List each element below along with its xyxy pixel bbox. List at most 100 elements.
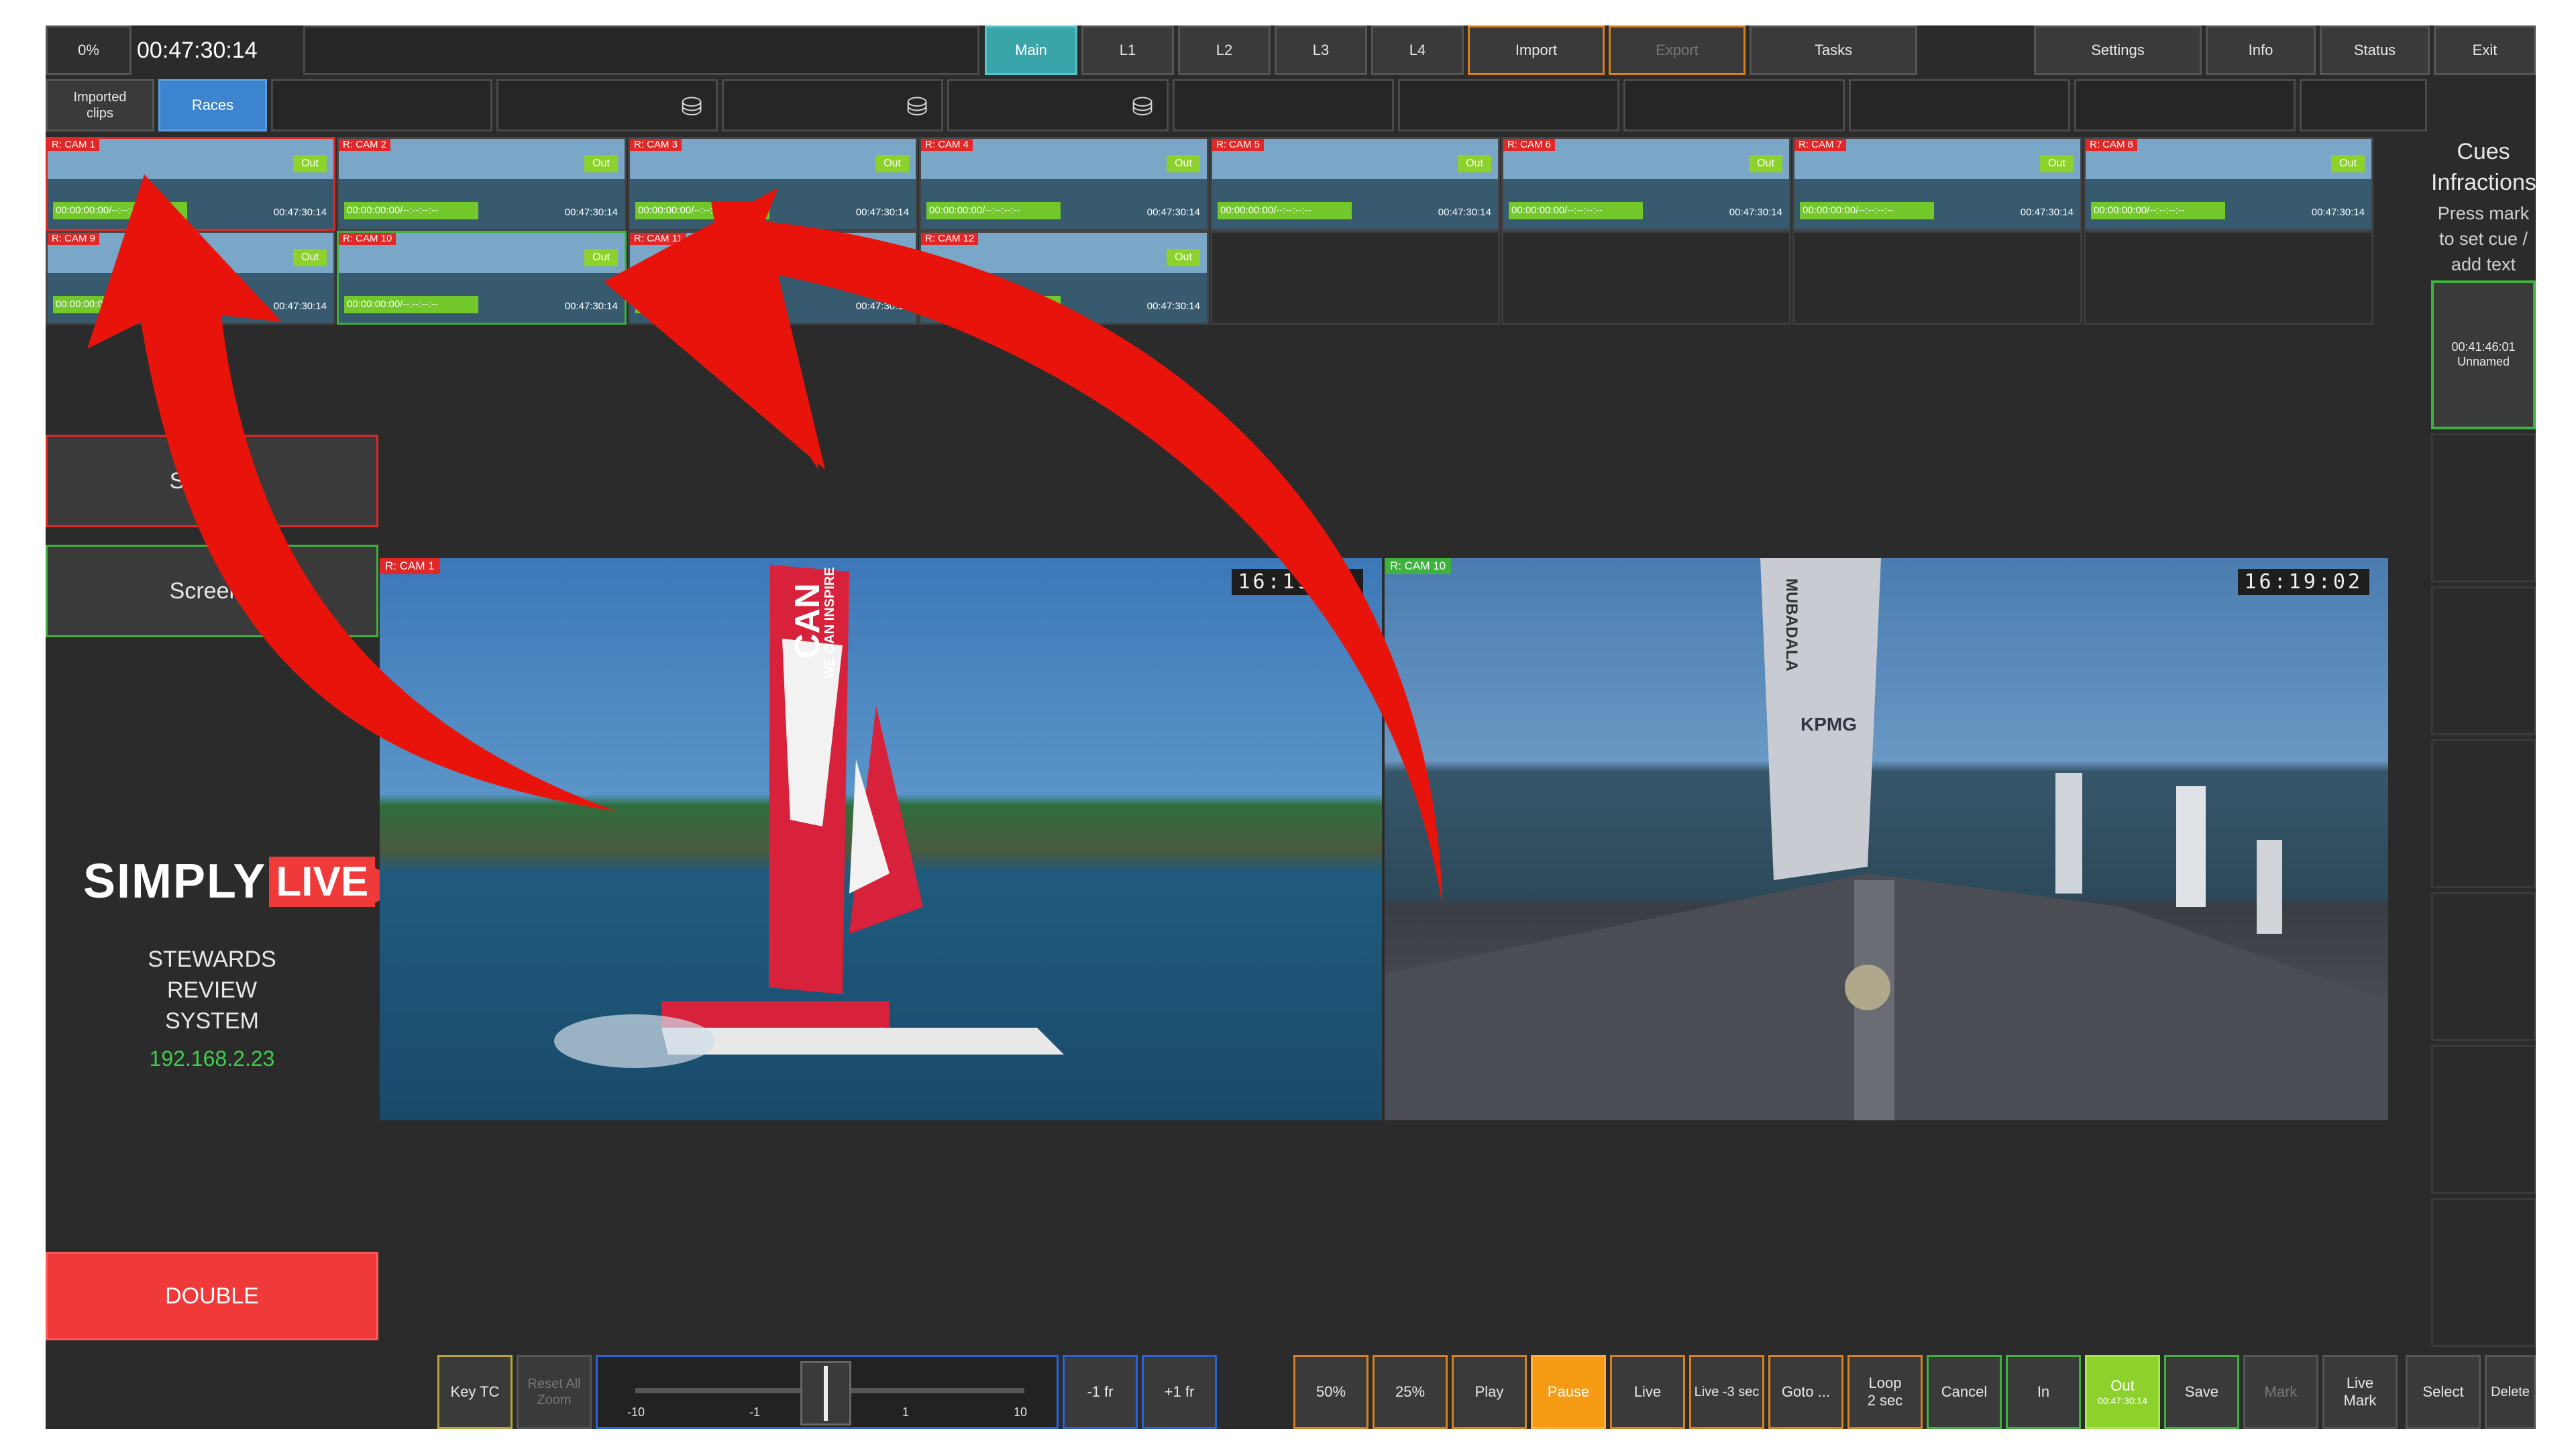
sail-text-slogan: WE CAN INSPIRE [822, 567, 837, 679]
slider-tick-label: 1 [902, 1405, 910, 1419]
title-field[interactable] [303, 25, 979, 75]
database-icon: ⛁ [1132, 93, 1153, 121]
import-button[interactable]: Import [1468, 25, 1605, 75]
clip-thumbnail[interactable]: R: CAM 3 Out 00:00:00:00/--:--:--:-- 00:47:… [628, 137, 918, 231]
double-button[interactable]: DOUBLE [46, 1252, 378, 1340]
race-slot-5[interactable] [1173, 79, 1394, 131]
app-window: 0% 00:47:30:14 Main L1 L2 L3 L4 Import E… [46, 25, 2536, 1429]
clip-in-timecode: 00:00:00:00/--:--:--:-- [926, 202, 1061, 219]
tasks-button[interactable]: Tasks [1750, 25, 1917, 75]
clip-out-badge: Out [875, 155, 909, 172]
progress-indicator: 0% [46, 25, 131, 75]
delete-button[interactable]: Delete [2485, 1355, 2536, 1429]
video-screen-left[interactable]: R: CAM 1 16:19:02 CAN WE CAN INSPIRE [380, 558, 1382, 1120]
clip-label: R: CAM 3 [630, 139, 682, 151]
clip-out-badge: Out [1167, 249, 1200, 266]
tab-l1[interactable]: L1 [1081, 25, 1174, 75]
race-slot-1[interactable] [271, 79, 492, 131]
clip-out-timecode: 00:47:30:14 [1729, 207, 1782, 218]
out-button[interactable]: Out 00:47:30:14 [2085, 1355, 2160, 1429]
cue-item[interactable]: 00:41:46:01 Unnamed [2431, 280, 2536, 429]
loop-button[interactable]: Loop 2 sec [1847, 1355, 1923, 1429]
boat-illustration [554, 565, 1064, 1068]
race-slot-4[interactable]: ⛁ [947, 79, 1169, 131]
out-timecode: 00:47:30:14 [2098, 1395, 2147, 1406]
race-slot-3[interactable]: ⛁ [722, 79, 943, 131]
race-slot-9[interactable] [2074, 79, 2296, 131]
select-button[interactable]: Select [2406, 1355, 2481, 1429]
cue-empty-slot[interactable] [2431, 586, 2536, 735]
clip-thumbnail[interactable]: R: CAM 1 Out 00:00:00:00/--:--:--:-- 00:47:… [46, 137, 335, 231]
tab-l3[interactable]: L3 [1275, 25, 1367, 75]
slider-tick-label: 10 [1014, 1405, 1028, 1419]
clip-thumbnail[interactable]: R: CAM 9 Out 00:00:00:00/--:--:--:-- 00:47:… [46, 231, 335, 325]
clip-empty-slot[interactable] [1210, 231, 1500, 325]
settings-button[interactable]: Settings [2034, 25, 2202, 75]
clip-thumbnail[interactable]: R: CAM 4 Out 00:00:00:00/--:--:--:-- 00:47:… [919, 137, 1209, 231]
plus-frame-button[interactable]: +1 fr [1142, 1355, 1217, 1429]
cue-empty-slot[interactable] [2431, 739, 2536, 888]
clip-thumbnail[interactable]: R: CAM 6 Out 00:00:00:00/--:--:--:-- 00:47:… [1501, 137, 1791, 231]
tab-main[interactable]: Main [985, 25, 1077, 75]
clip-label: R: CAM 4 [921, 139, 973, 151]
minus-frame-button[interactable]: -1 fr [1063, 1355, 1138, 1429]
screen1-button[interactable]: Screen1 [46, 435, 378, 527]
logo-simply-text: SIMPLY [83, 855, 267, 908]
key-tc-button[interactable]: Key TC [437, 1355, 513, 1429]
tab-l4[interactable]: L4 [1371, 25, 1464, 75]
goto-button[interactable]: Goto ... [1768, 1355, 1843, 1429]
slider-tick-label: -1 [749, 1405, 761, 1419]
clip-thumbnail[interactable]: R: CAM 11 Out 00:00:00:00/--:--:--:-- 00:47… [628, 231, 918, 325]
export-button[interactable]: Export [1609, 25, 1746, 75]
exit-button[interactable]: Exit [2434, 25, 2536, 75]
clip-thumbnail[interactable]: R: CAM 5 Out 00:00:00:00/--:--:--:-- 00:47:… [1210, 137, 1500, 231]
live-minus-3-button[interactable]: Live -3 sec [1689, 1355, 1764, 1429]
clip-thumbnail[interactable]: R: CAM 10 Out 00:00:00:00/--:--:--:-- 00:47… [337, 231, 627, 325]
info-button[interactable]: Info [2206, 25, 2316, 75]
live-button[interactable]: Live [1610, 1355, 1685, 1429]
cues-hint: Press mark to set cue / add text [2437, 203, 2530, 274]
clip-in-timecode: 00:00:00:00/--:--:--:-- [1218, 202, 1352, 219]
live-mark-button[interactable]: Live Mark [2322, 1355, 2398, 1429]
cue-empty-slot[interactable] [2431, 433, 2536, 582]
clip-label: R: CAM 5 [1212, 139, 1265, 151]
in-button[interactable]: In [2006, 1355, 2081, 1429]
save-button[interactable]: Save [2164, 1355, 2239, 1429]
clip-thumbnail[interactable]: R: CAM 7 Out 00:00:00:00/--:--:--:-- 00:47:… [1792, 137, 2082, 231]
play-button[interactable]: Play [1452, 1355, 1527, 1429]
video-screen-right[interactable]: R: CAM 10 16:19:02 MUBADALA KPMG [1385, 558, 2388, 1120]
clip-empty-slot[interactable] [1792, 231, 2082, 325]
race-slot-6[interactable] [1398, 79, 1619, 131]
race-slot-7[interactable] [1623, 79, 1845, 131]
speed-50-button[interactable]: 50% [1293, 1355, 1368, 1429]
cancel-button[interactable]: Cancel [1927, 1355, 2002, 1429]
mark-button[interactable]: Mark [2243, 1355, 2318, 1429]
clip-in-timecode: 00:00:00:00/--:--:--:-- [53, 202, 187, 219]
race-slot-2[interactable]: ⛁ [496, 79, 718, 131]
race-slot-8[interactable] [1849, 79, 2070, 131]
clip-empty-slot[interactable] [2084, 231, 2373, 325]
clip-thumbnail[interactable]: R: CAM 2 Out 00:00:00:00/--:--:--:-- 00:47:… [337, 137, 627, 231]
clip-out-badge: Out [293, 249, 327, 266]
reset-zoom-button[interactable]: Reset All Zoom [517, 1355, 592, 1429]
jog-slider[interactable]: -10 -1 1 10 [596, 1355, 1059, 1429]
simply-live-logo: SIMPLY LIVE ▶ [83, 854, 410, 909]
clip-out-badge: Out [584, 155, 618, 172]
speed-25-button[interactable]: 25% [1373, 1355, 1448, 1429]
tab-l2[interactable]: L2 [1178, 25, 1271, 75]
cue-empty-slot[interactable] [2431, 892, 2536, 1041]
clip-label: R: CAM 2 [339, 139, 391, 151]
pause-button[interactable]: Pause [1531, 1355, 1606, 1429]
status-button[interactable]: Status [2320, 25, 2430, 75]
clip-thumbnail[interactable]: R: CAM 12 Out 00:00:00:00/--:--:--:-- 00:47… [919, 231, 1209, 325]
clip-thumbnail[interactable]: R: CAM 8 Out 00:00:00:00/--:--:--:-- 00:47:… [2084, 137, 2373, 231]
clip-out-timecode: 00:47:30:14 [564, 207, 618, 218]
races-button[interactable]: Races [158, 79, 267, 131]
clip-empty-slot[interactable] [1501, 231, 1791, 325]
slider-handle[interactable] [800, 1361, 851, 1426]
race-slot-10[interactable] [2300, 79, 2427, 131]
screen2-button[interactable]: Screen2 [46, 545, 378, 637]
cue-empty-slot[interactable] [2431, 1045, 2536, 1194]
cue-empty-slot[interactable] [2431, 1198, 2536, 1347]
imported-clips-button[interactable]: Imported clips [46, 79, 154, 131]
